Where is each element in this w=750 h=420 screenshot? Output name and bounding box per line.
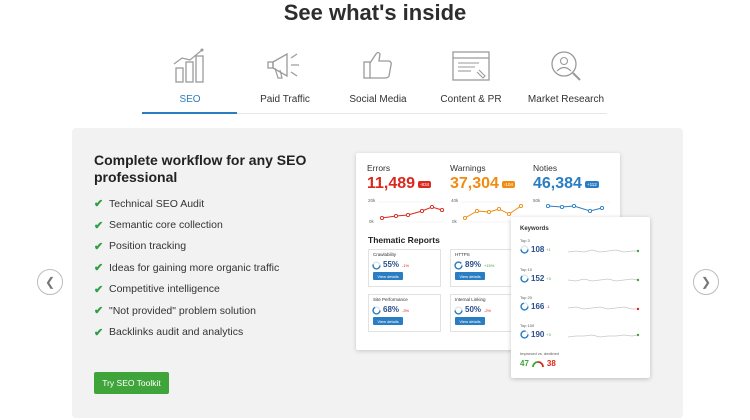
axis-label: 40k: [451, 198, 459, 203]
magnifier-person-icon: [551, 51, 581, 81]
tab-label: Social Media: [349, 94, 407, 105]
keyword-row-label: Top 20: [520, 295, 533, 300]
keyword-sparkline: [568, 333, 640, 338]
next-slide-button[interactable]: ❯: [693, 269, 719, 295]
feature-item: ✔ "Not provided" problem solution: [94, 304, 256, 318]
progress-ring-icon: [520, 245, 529, 254]
feature-list: ✔ Technical SEO Audit ✔ Semantic core coll…: [94, 193, 279, 343]
progress-ring-icon: [454, 306, 463, 315]
thematic-reports-title: Thematic Reports: [368, 235, 440, 245]
improved-count: 47: [520, 359, 529, 368]
progress-ring-icon: [520, 302, 529, 311]
panel-heading: Complete workflow for any SEO profession…: [94, 152, 307, 185]
keyword-row-value: 152 +3: [520, 274, 551, 283]
check-icon: ✔: [94, 198, 104, 211]
megaphone-icon: [267, 52, 299, 79]
prev-slide-button[interactable]: ❮: [37, 269, 63, 295]
view-details-button[interactable]: View details: [373, 317, 403, 325]
tab-label: SEO: [179, 94, 201, 105]
keywords-title: Keywords: [520, 226, 549, 232]
check-icon: ✔: [94, 240, 104, 253]
tab-seo[interactable]: SEO: [142, 46, 238, 114]
axis-label: 0k: [452, 219, 457, 224]
keyword-row-value: 108 +1: [520, 245, 551, 254]
feature-item: ✔ Competitive intelligence: [94, 283, 220, 296]
improved-declined-values: 47 38: [520, 359, 556, 368]
check-icon: ✔: [94, 219, 104, 232]
tab-market-research[interactable]: Market Research: [518, 46, 614, 114]
chevron-left-icon: ❮: [44, 275, 56, 289]
progress-ring-icon: [520, 330, 529, 339]
axis-label: 50k: [533, 198, 541, 203]
thumbs-up-icon: [363, 51, 392, 79]
progress-ring-icon: [454, 261, 463, 270]
browser-window-icon: [452, 51, 490, 81]
axis-label: 0k: [369, 219, 374, 224]
thematic-card-site-performance: Site Performance 68% -3% View details: [368, 294, 441, 332]
view-details-button[interactable]: View details: [455, 317, 485, 325]
keyword-sparkline: [568, 278, 640, 282]
keyword-sparkline: [568, 306, 640, 311]
declined-count: 38: [546, 359, 556, 368]
metric-noties: Noties 46,384 +112: [533, 163, 599, 192]
keyword-row-value: 190 +3: [520, 330, 551, 339]
feature-item: ✔ Technical SEO Audit: [94, 197, 205, 211]
metric-errors: Errors 11,489 -834: [367, 163, 432, 192]
tab-content-pr[interactable]: Content & PR: [423, 46, 519, 114]
check-icon: ✔: [94, 262, 104, 275]
view-details-button[interactable]: View details: [455, 272, 485, 280]
tab-label: Paid Traffic: [260, 94, 310, 105]
check-icon: ✔: [94, 326, 104, 339]
feature-item: ✔ Ideas for gaining more organic traffic: [94, 261, 280, 275]
try-seo-toolkit-button[interactable]: Try SEO Toolkit: [94, 372, 169, 394]
tab-label: Content & PR: [440, 94, 502, 105]
errors-sparkline: [378, 201, 444, 223]
feature-item: ✔ Semantic core collection: [94, 219, 223, 232]
view-details-button[interactable]: View details: [373, 272, 403, 280]
feature-item: ✔ Position tracking: [94, 240, 187, 253]
keyword-sparkline: [568, 249, 640, 253]
check-icon: ✔: [94, 283, 104, 296]
tab-label: Market Research: [527, 94, 605, 105]
tab-paid-traffic[interactable]: Paid Traffic: [237, 46, 333, 114]
progress-ring-icon: [520, 274, 529, 283]
keyword-row-label: Top 100: [520, 323, 535, 328]
tab-social-media[interactable]: Social Media: [330, 46, 426, 114]
improved-declined-label: Improved vs. declined: [520, 351, 559, 356]
feature-item: ✔ Backlinks audit and analytics: [94, 326, 244, 339]
progress-ring-icon: [372, 261, 381, 270]
gauge-icon: [532, 361, 544, 368]
keyword-row-value: 166 -1: [520, 302, 550, 311]
keyword-row-label: Top 10: [520, 267, 533, 272]
keyword-row-label: Top 3: [520, 238, 530, 243]
check-icon: ✔: [94, 305, 104, 318]
bar-chart-icon: [173, 48, 204, 83]
axis-label: 20k: [368, 198, 376, 203]
progress-ring-icon: [372, 306, 381, 315]
thematic-card-crawlability: Crawlability 55% -1% View details: [368, 249, 441, 287]
chevron-right-icon: ❯: [700, 275, 712, 289]
metric-warnings: Warnings 37,304 -104: [450, 163, 515, 192]
page-title: See what's inside: [283, 0, 467, 25]
